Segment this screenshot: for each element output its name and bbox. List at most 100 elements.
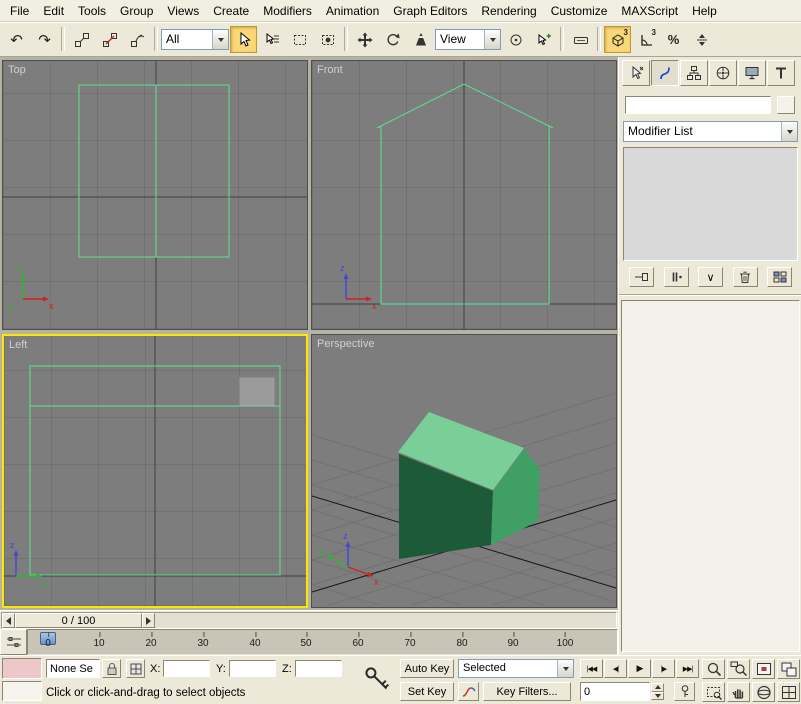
previous-frame-button[interactable]: ◀|	[604, 659, 627, 678]
go-to-start-button[interactable]: |◀◀	[580, 659, 603, 678]
maxscript-mini-listener-pink[interactable]	[2, 658, 42, 679]
zoom-all-button[interactable]	[727, 659, 750, 679]
object-color-swatch[interactable]	[777, 96, 795, 114]
menu-modifiers[interactable]: Modifiers	[256, 1, 319, 21]
spinner-down-button[interactable]	[651, 691, 664, 700]
go-to-end-button[interactable]: ▶▶|	[676, 659, 699, 678]
current-frame-field[interactable]	[580, 682, 650, 701]
set-keys-button[interactable]	[360, 658, 396, 701]
menu-tools[interactable]: Tools	[71, 1, 113, 21]
open-mini-curve-editor-button[interactable]	[0, 629, 27, 655]
viewport-front-label[interactable]: Front	[317, 64, 343, 76]
viewport-perspective-label[interactable]: Perspective	[317, 338, 374, 350]
tab-hierarchy[interactable]	[680, 60, 708, 86]
menu-views[interactable]: Views	[160, 1, 206, 21]
chevron-down-icon[interactable]	[212, 30, 228, 49]
current-frame-input[interactable]	[581, 683, 649, 700]
play-animation-button[interactable]: ▶	[628, 659, 651, 678]
selection-lock-toggle-button[interactable]	[102, 659, 121, 678]
y-coordinate-input[interactable]	[230, 661, 275, 677]
house-model[interactable]	[398, 412, 540, 559]
rectangular-selection-region-button[interactable]	[286, 26, 313, 53]
select-and-scale-button[interactable]	[407, 26, 434, 53]
key-mode-toggle-button[interactable]	[674, 682, 695, 701]
menu-group[interactable]: Group	[113, 1, 160, 21]
angle-snap-toggle-button[interactable]: 3	[632, 26, 659, 53]
chevron-down-icon[interactable]	[557, 660, 573, 677]
z-coordinate-field[interactable]	[295, 660, 342, 677]
chevron-down-icon[interactable]	[484, 30, 500, 49]
named-selection-set-field[interactable]: None Se	[46, 659, 100, 678]
menu-help[interactable]: Help	[685, 1, 724, 21]
zoom-button[interactable]	[702, 659, 725, 679]
maximize-viewport-toggle-button[interactable]	[777, 682, 800, 702]
pan-button[interactable]	[727, 682, 750, 702]
menu-animation[interactable]: Animation	[319, 1, 386, 21]
tab-motion[interactable]	[709, 60, 737, 86]
percent-snap-toggle-button[interactable]: %	[660, 26, 687, 53]
select-and-manipulate-button[interactable]	[530, 26, 557, 53]
menu-customize[interactable]: Customize	[544, 1, 615, 21]
select-and-move-button[interactable]	[351, 26, 378, 53]
zoom-extents-all-button[interactable]	[777, 659, 800, 679]
modifier-stack-list[interactable]	[623, 147, 798, 261]
bind-to-space-warp-button[interactable]	[124, 26, 151, 53]
selection-filter-dropdown[interactable]: All	[161, 29, 229, 50]
make-unique-button[interactable]: ∨	[698, 267, 723, 287]
select-and-link-button[interactable]	[68, 26, 95, 53]
menu-graph-editors[interactable]: Graph Editors	[386, 1, 474, 21]
viewport-left[interactable]: Left z y	[2, 334, 308, 608]
tab-create[interactable]	[622, 60, 650, 86]
spinner-snap-toggle-button[interactable]	[688, 26, 715, 53]
tab-modify[interactable]	[651, 60, 679, 86]
arc-rotate-button[interactable]	[752, 682, 775, 702]
viewport-top-label[interactable]: Top	[8, 64, 26, 76]
remove-modifier-button[interactable]	[732, 267, 758, 287]
tab-display[interactable]	[738, 60, 766, 86]
z-coordinate-input[interactable]	[296, 661, 341, 677]
unlink-selection-button[interactable]	[96, 26, 123, 53]
menu-maxscript[interactable]: MAXScript	[614, 1, 685, 21]
zoom-region-button[interactable]	[702, 682, 725, 702]
x-coordinate-input[interactable]	[164, 661, 209, 677]
house-wireframe-top[interactable]	[78, 84, 230, 258]
x-coordinate-field[interactable]	[163, 660, 210, 677]
time-slider-track[interactable]: 0 / 100	[1, 612, 617, 629]
undo-button[interactable]: ↶	[3, 26, 30, 53]
key-filters-button[interactable]: Key Filters...	[483, 682, 571, 701]
keyboard-shortcut-override-button[interactable]	[567, 26, 594, 53]
viewport-perspective[interactable]: Perspective z x y	[311, 334, 617, 608]
zoom-extents-button[interactable]	[752, 659, 775, 679]
next-frame-button[interactable]: |▶	[652, 659, 675, 678]
tab-utilities[interactable]	[767, 60, 795, 86]
viewport-left-label[interactable]: Left	[9, 339, 27, 351]
select-by-name-button[interactable]	[258, 26, 285, 53]
redo-button[interactable]: ↷	[31, 26, 58, 53]
time-slider-handle[interactable]: 0 / 100	[15, 613, 142, 628]
configure-modifier-sets-button[interactable]	[767, 267, 792, 287]
maxscript-mini-listener-white[interactable]	[2, 681, 42, 701]
key-mode-dropdown[interactable]: Selected	[458, 659, 574, 678]
viewport-front[interactable]: Front z x	[311, 60, 617, 330]
menu-edit[interactable]: Edit	[36, 1, 71, 21]
previous-frame-arrow-button[interactable]	[2, 613, 15, 628]
rollout-area[interactable]	[621, 300, 800, 652]
window-crossing-toggle-button[interactable]	[314, 26, 341, 53]
spinner-up-button[interactable]	[651, 683, 664, 692]
modifier-list-dropdown[interactable]: Modifier List	[623, 121, 798, 142]
select-object-button[interactable]	[230, 26, 257, 53]
auto-key-button[interactable]: Auto Key	[400, 659, 454, 678]
pin-stack-button[interactable]	[629, 267, 654, 287]
object-name-input[interactable]	[626, 97, 770, 113]
menu-create[interactable]: Create	[206, 1, 256, 21]
y-coordinate-field[interactable]	[229, 660, 276, 677]
show-end-result-button[interactable]	[663, 267, 689, 287]
snaps-toggle-button[interactable]: 3	[604, 26, 631, 53]
absolute-mode-transform-button[interactable]	[126, 659, 145, 678]
set-key-button[interactable]: Set Key	[400, 682, 454, 701]
timeline-ruler[interactable]: 0 10 20 30 40 50 60 70 80 90 100	[27, 629, 618, 655]
house-wireframe-front[interactable]	[376, 83, 554, 305]
reference-coordsys-dropdown[interactable]: View	[435, 29, 501, 50]
select-and-rotate-button[interactable]	[379, 26, 406, 53]
next-frame-arrow-button[interactable]	[142, 613, 155, 628]
